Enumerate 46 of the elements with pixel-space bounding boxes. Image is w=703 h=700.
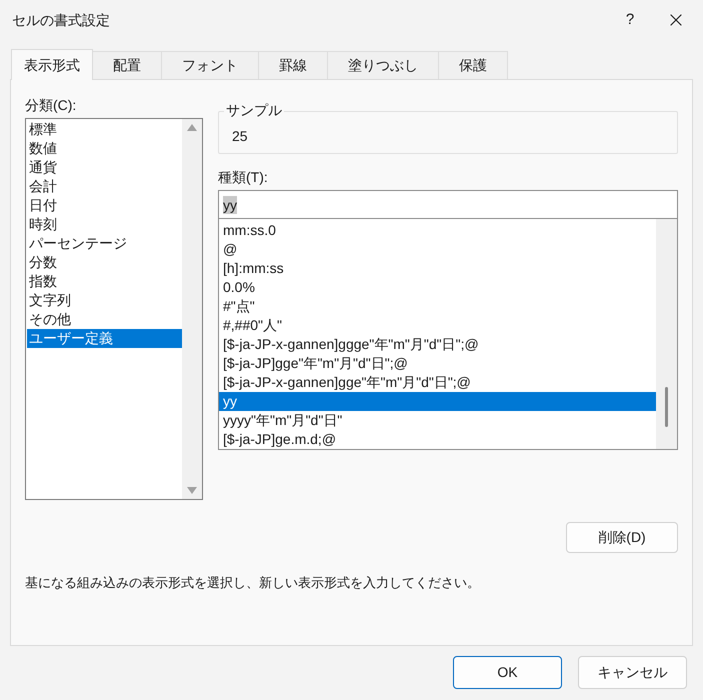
category-item[interactable]: 標準: [27, 120, 182, 139]
scroll-up-icon[interactable]: [187, 124, 197, 131]
ok-button[interactable]: OK: [453, 656, 562, 689]
format-item[interactable]: [$-ja-JP]gge"年"m"月"d"日";@: [219, 354, 656, 373]
scroll-thumb[interactable]: [665, 387, 668, 427]
delete-button[interactable]: 削除(D): [566, 522, 678, 553]
format-item[interactable]: #"点": [219, 297, 656, 316]
category-item[interactable]: ユーザー定義: [27, 329, 182, 348]
category-item[interactable]: 文字列: [27, 291, 182, 310]
category-item[interactable]: 時刻: [27, 215, 182, 234]
format-item[interactable]: #,##0"人": [219, 316, 656, 335]
type-label: 種類(T):: [218, 168, 269, 187]
sample-value: 25: [232, 127, 248, 145]
format-item[interactable]: [h]:mm:ss: [219, 259, 656, 278]
scrollbar[interactable]: [182, 119, 202, 499]
help-button[interactable]: ?: [607, 0, 653, 40]
category-item[interactable]: 指数: [27, 272, 182, 291]
tab[interactable]: 塗りつぶし: [328, 51, 439, 79]
category-item[interactable]: パーセンテージ: [27, 234, 182, 253]
format-item[interactable]: yyyy"年"m"月"d"日": [219, 411, 656, 430]
hint-text: 基になる組み込みの表示形式を選択し、新しい表示形式を入力してください。: [25, 574, 481, 592]
category-item[interactable]: 数値: [27, 139, 182, 158]
category-item[interactable]: 日付: [27, 196, 182, 215]
category-item[interactable]: その他: [27, 310, 182, 329]
scroll-down-icon[interactable]: [187, 487, 197, 494]
tab[interactable]: 保護: [439, 51, 508, 79]
format-item[interactable]: 0.0%: [219, 278, 656, 297]
tab[interactable]: フォント: [162, 51, 259, 79]
format-item[interactable]: [$-ja-JP-x-gannen]gge"年"m"月"d"日";@: [219, 373, 656, 392]
format-item[interactable]: yy: [219, 392, 656, 411]
format-item[interactable]: @: [219, 240, 656, 259]
window-title: セルの書式設定: [12, 10, 110, 30]
category-item[interactable]: 分数: [27, 253, 182, 272]
tab[interactable]: 罫線: [259, 51, 328, 79]
format-item[interactable]: [$-ja-JP-x-gannen]ggge"年"m"月"d"日";@: [219, 335, 656, 354]
tab[interactable]: 配置: [93, 51, 162, 79]
scrollbar[interactable]: [656, 219, 677, 449]
tab[interactable]: 表示形式: [11, 49, 93, 80]
sample-label: サンプル: [224, 101, 284, 119]
cancel-button[interactable]: キャンセル: [578, 656, 687, 689]
category-label: 分類(C):: [25, 96, 78, 115]
format-item[interactable]: mm:ss.0: [219, 221, 656, 240]
category-item[interactable]: 通貨: [27, 158, 182, 177]
format-input-field[interactable]: yy: [218, 190, 678, 219]
format-item[interactable]: [$-ja-JP]ge.m.d;@: [219, 430, 656, 449]
category-item[interactable]: 会計: [27, 177, 182, 196]
